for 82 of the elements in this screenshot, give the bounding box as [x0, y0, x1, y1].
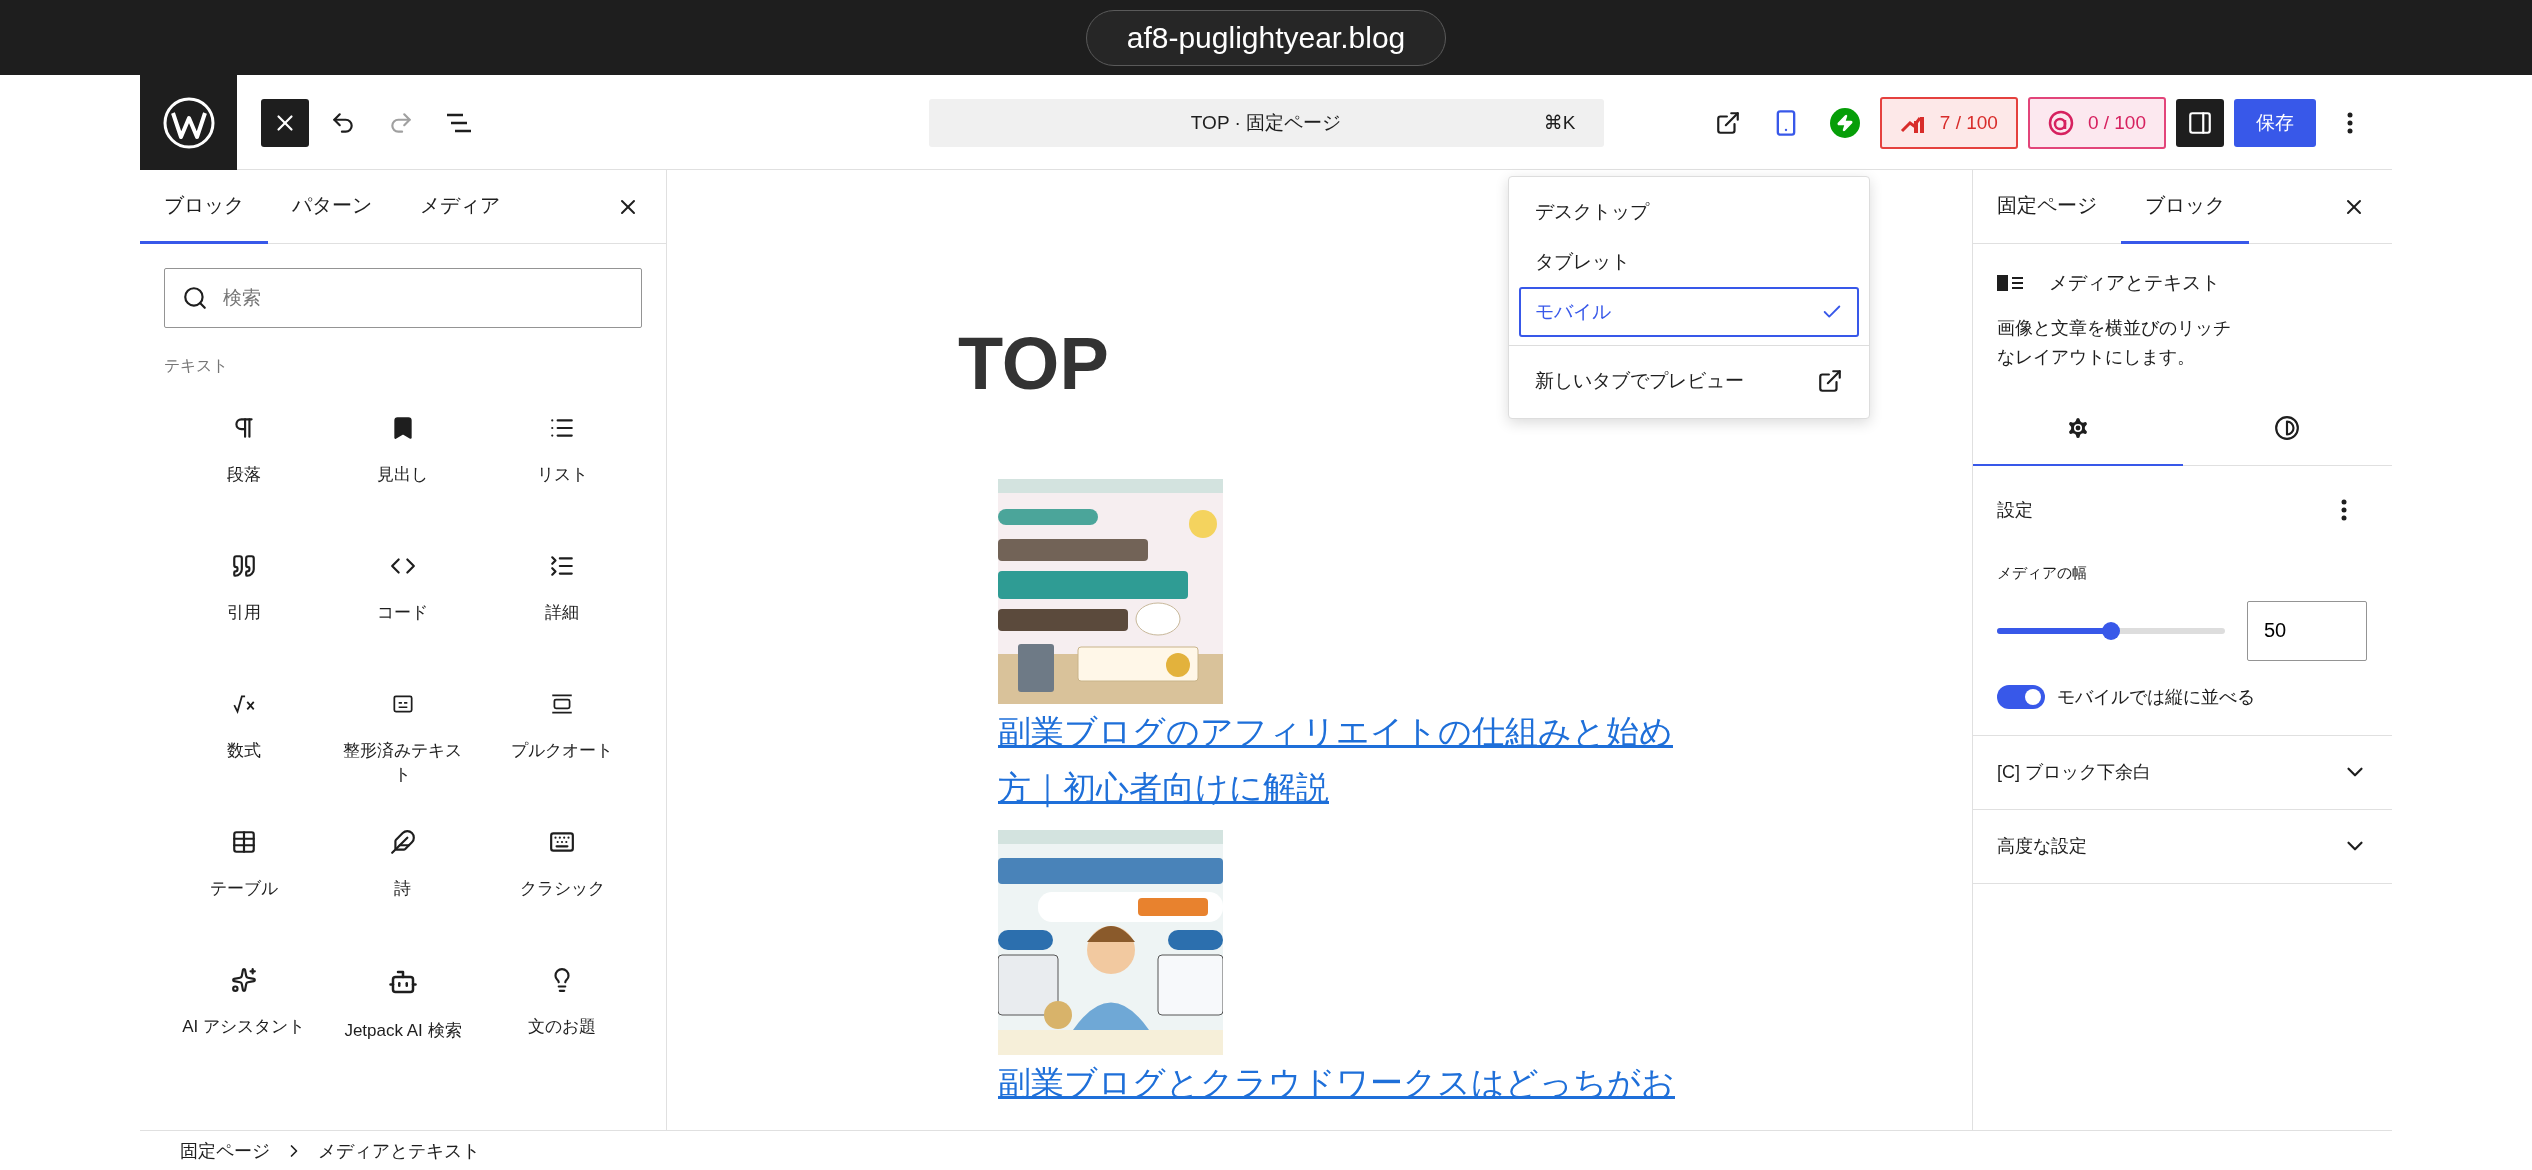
breadcrumb-link[interactable]: 固定ページ — [180, 1138, 270, 1163]
block-label: リスト — [536, 464, 588, 486]
block-item[interactable]: コード — [323, 553, 483, 673]
more-icon — [2341, 498, 2347, 521]
external-link-icon — [1714, 109, 1741, 136]
post-link[interactable]: 副業ブログのアフィリエイトの仕組みと始め方｜初心者向けに解説 — [998, 703, 1698, 816]
block-label: 整形済みテキスト — [342, 740, 464, 786]
sparkles-icon — [230, 967, 257, 993]
table-icon — [230, 829, 257, 855]
tab[interactable]: ブロック — [140, 170, 268, 244]
block-item[interactable]: 見出し — [323, 415, 483, 535]
block-item[interactable]: 引用 — [164, 553, 324, 673]
page-title: TOP — [958, 321, 1109, 407]
keyboard-icon — [549, 829, 576, 855]
sidebar-icon — [2187, 109, 2213, 136]
block-label: コード — [377, 602, 429, 624]
block-item[interactable]: Jetpack AI 検索 — [323, 967, 483, 1087]
menu-item[interactable]: デスクトップ — [1519, 187, 1859, 237]
slider-thumb[interactable] — [2102, 621, 2120, 640]
block-label: 見出し — [377, 464, 429, 486]
ai-icon — [2047, 109, 2074, 136]
tab[interactable]: パターン — [268, 170, 396, 244]
block-item[interactable]: プルクオート — [482, 691, 642, 811]
number-field[interactable]: 50 — [2247, 600, 2367, 661]
block-item[interactable]: 数式 — [164, 691, 324, 811]
seo-score-button[interactable]: 7 / 100 — [1879, 96, 2018, 149]
feather-icon — [390, 829, 416, 855]
block-label: 数式 — [226, 740, 261, 762]
block-label: プルクオート — [511, 740, 614, 762]
block-item[interactable]: リスト — [482, 415, 642, 535]
block-item[interactable]: 詩 — [323, 829, 483, 949]
lightning-icon[interactable] — [1829, 107, 1860, 138]
block-item[interactable]: 詳細 — [482, 553, 642, 673]
menu-item[interactable]: 新しいタブでプレビュー — [1519, 356, 1859, 406]
more-icon — [2347, 111, 2353, 134]
tab[interactable]: メディア — [396, 170, 524, 244]
details-icon — [549, 553, 576, 579]
tab[interactable]: ブロック — [2121, 170, 2249, 244]
quote-icon — [230, 553, 257, 579]
slider[interactable] — [1997, 620, 2225, 641]
block-label: 詩 — [394, 878, 412, 900]
external-link-icon — [1817, 368, 1843, 394]
panel-header[interactable]: 高度な設定 — [1973, 809, 2392, 884]
field-label: メディアの幅 — [1997, 563, 2088, 583]
search-icon — [182, 285, 208, 311]
contrast-icon — [2274, 414, 2301, 441]
category-label: テキスト — [164, 356, 229, 376]
tab[interactable]: 固定ページ — [1973, 170, 2121, 244]
site-logo-button[interactable] — [140, 75, 237, 170]
block-label: 詳細 — [545, 602, 580, 624]
save-button[interactable]: 保存 — [2234, 98, 2316, 147]
panel-header[interactable]: [C] ブロック下余白 — [1973, 735, 2392, 810]
menu-item[interactable]: モバイル — [1519, 287, 1859, 337]
breadcrumb-link[interactable]: メディアとテキスト — [318, 1138, 480, 1163]
media-text-icon — [1997, 273, 2025, 293]
block-item[interactable]: クラシック — [482, 829, 642, 949]
block-label: 文のお題 — [528, 1016, 597, 1038]
section-title: 設定 — [1997, 498, 2033, 522]
block-name: メディアとテキスト — [2049, 271, 2220, 295]
block-item[interactable]: 段落 — [164, 415, 324, 535]
settings-sidebar-button[interactable] — [2176, 98, 2224, 147]
block-item[interactable]: テーブル — [164, 829, 324, 949]
toggle-label: モバイルでは縦に並べる — [2057, 685, 2255, 709]
block-item[interactable]: AI アシスタント — [164, 967, 324, 1087]
block-description: 画像と文章を横並びのリッチなレイアウトにします。 — [1997, 317, 2232, 369]
post-link[interactable]: 副業ブログとクラウドワークスはどっちがお — [998, 1054, 1675, 1111]
command-palette[interactable]: TOP · 固定ページ ⌘K — [928, 98, 1604, 147]
toggle-switch[interactable] — [1997, 684, 2045, 709]
block-label: 段落 — [226, 464, 261, 486]
search-field[interactable]: 検索 — [164, 268, 642, 328]
block-label: AI アシスタント — [182, 1016, 306, 1038]
menu-item[interactable]: タブレット — [1519, 237, 1859, 287]
block-item[interactable]: 文のお題 — [482, 967, 642, 1087]
close-inserter-button[interactable] — [261, 98, 309, 147]
block-label: Jetpack AI 検索 — [344, 1020, 462, 1042]
ai-score-button[interactable]: 0 / 100 — [2027, 96, 2166, 149]
block-label: テーブル — [209, 878, 278, 900]
list-view-icon — [445, 111, 473, 134]
block-label: 引用 — [226, 602, 261, 624]
block-label: クラシック — [519, 878, 605, 900]
url-bar[interactable]: af8-puglightyear.blog — [1085, 9, 1447, 66]
block-item[interactable]: 整形済みテキスト — [323, 691, 483, 811]
